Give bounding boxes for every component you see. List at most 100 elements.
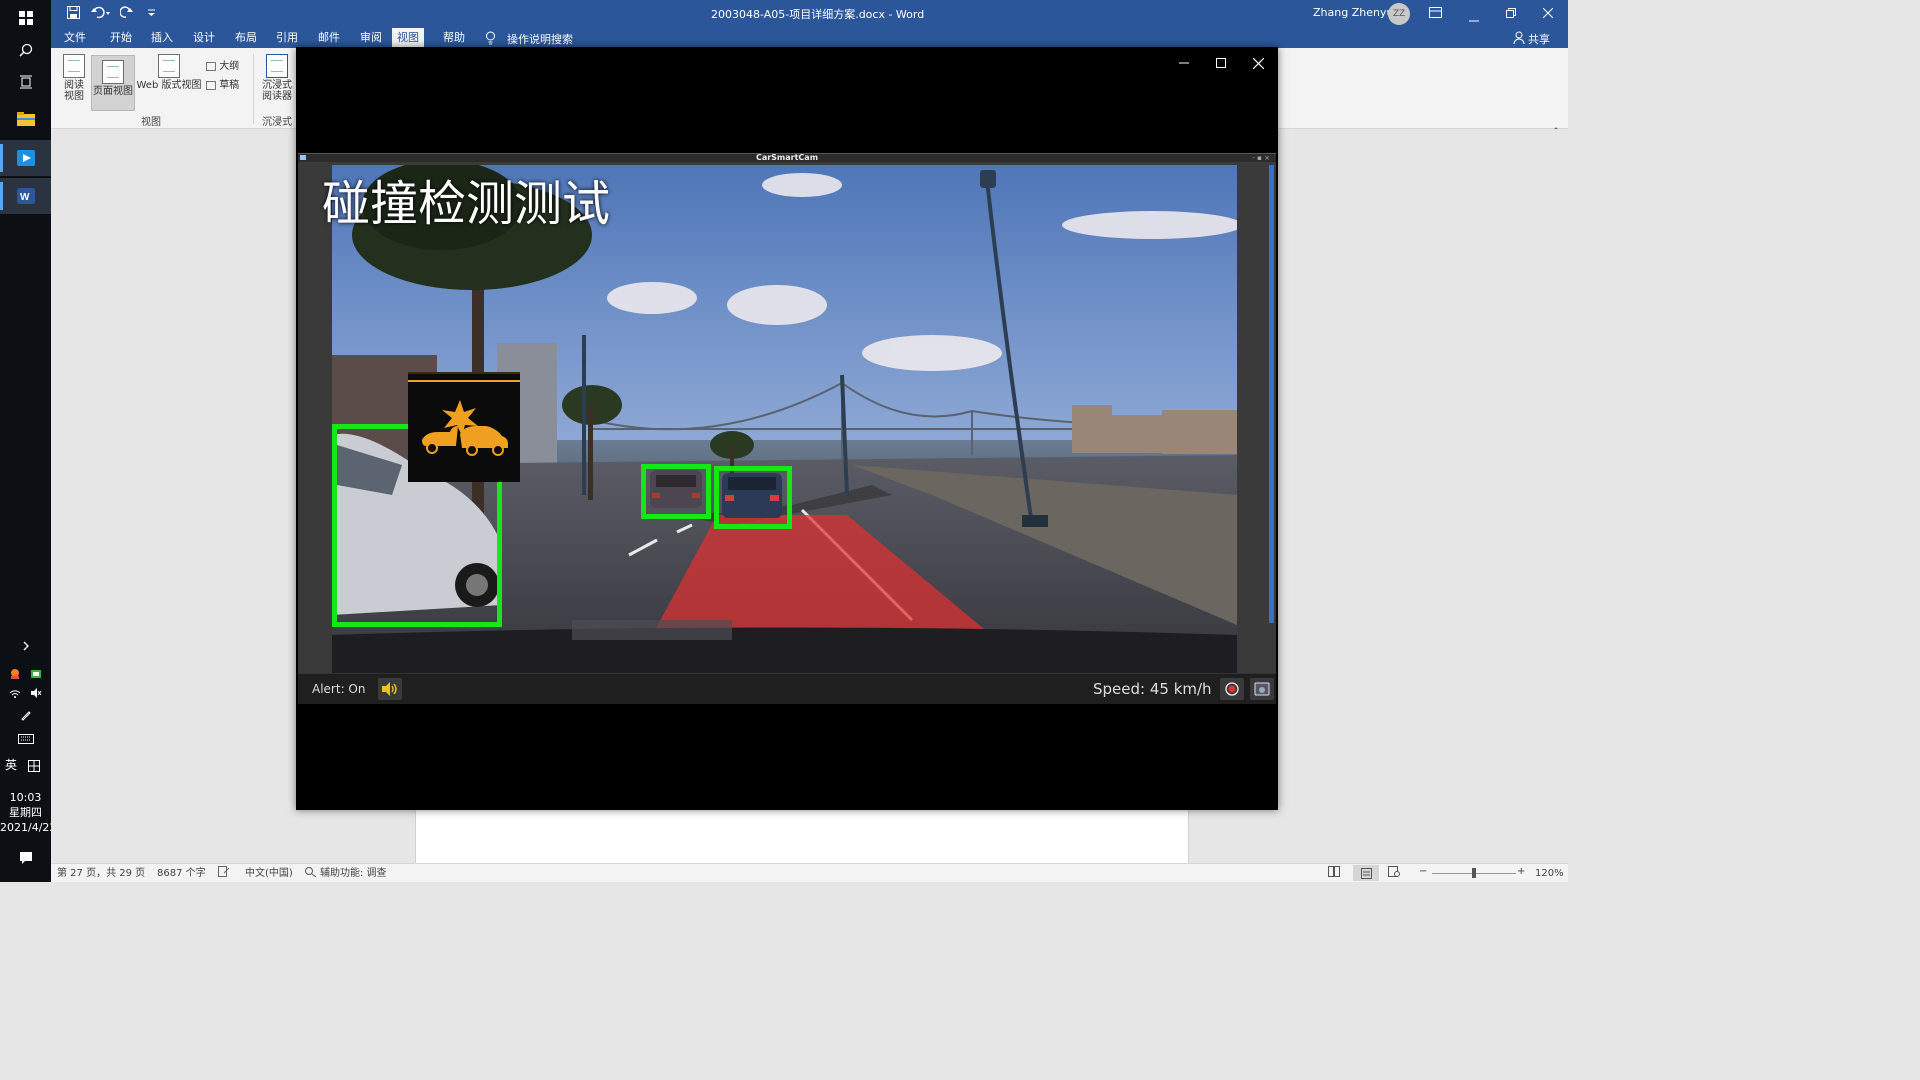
speaker-muted-icon[interactable]: [30, 684, 42, 703]
tab-home[interactable]: 开始: [105, 28, 137, 48]
clock-weekday[interactable]: 星期四: [0, 805, 51, 820]
pen-icon[interactable]: [0, 705, 51, 725]
clock-time[interactable]: 10:03: [0, 790, 51, 805]
tray-network-icon[interactable]: [30, 665, 42, 684]
dashboard: [332, 627, 1237, 673]
read-mode-button[interactable]: 阅读 视图: [57, 54, 91, 102]
cam-minimize-icon[interactable]: [1170, 53, 1198, 73]
accessibility-status[interactable]: 辅助功能: 调查: [320, 866, 387, 881]
lightbulb-icon: [485, 31, 496, 48]
web-layout-view-icon[interactable]: [1388, 866, 1400, 882]
user-name[interactable]: Zhang Zhenyu: [1313, 6, 1393, 19]
word-app-icon[interactable]: W: [0, 178, 51, 214]
task-view-icon[interactable]: [0, 64, 51, 100]
draft-icon: [206, 80, 216, 90]
cam-close-icon[interactable]: [1244, 53, 1272, 73]
settings-button[interactable]: [1250, 678, 1274, 700]
speed-readout: Speed: 45 km/h: [1093, 680, 1212, 698]
zoom-in-button[interactable]: +: [1517, 864, 1525, 879]
tab-insert[interactable]: 插入: [146, 28, 178, 48]
tray-app-icon[interactable]: [9, 665, 21, 684]
cam-inner-window-controls[interactable]: - ▪ ×: [1252, 154, 1270, 162]
ime-indicator[interactable]: 英: [0, 758, 22, 773]
overlay-title: 碰撞检测测试: [322, 176, 611, 232]
notification-center-icon[interactable]: [0, 846, 51, 870]
accessibility-icon[interactable]: [305, 866, 317, 882]
ribbon-display-options-icon[interactable]: [1429, 7, 1442, 21]
cam-inner-titlebar[interactable]: CarSmartCam - ▪ ×: [298, 153, 1276, 162]
lamp-head: [980, 170, 996, 188]
zoom-level[interactable]: 120%: [1535, 866, 1564, 881]
print-layout-view-icon[interactable]: [1353, 865, 1379, 881]
windows-start-icon[interactable]: [0, 0, 51, 36]
ribbon-divider: [253, 54, 254, 124]
tab-layout[interactable]: 布局: [230, 28, 262, 48]
clock-date[interactable]: 2021/4/22: [0, 820, 56, 835]
collision-warning-icon: [408, 372, 520, 482]
zoom-slider-thumb[interactable]: [1472, 868, 1476, 878]
speaker-button[interactable]: [378, 678, 402, 700]
outline-icon: [206, 61, 216, 71]
word-minimize-icon[interactable]: [1469, 12, 1479, 25]
share-button[interactable]: 共享: [1528, 31, 1550, 47]
tab-mailings[interactable]: 邮件: [313, 28, 345, 48]
word-restore-icon[interactable]: [1506, 8, 1516, 21]
ime-grid-icon[interactable]: [24, 756, 44, 776]
cam-app-title: CarSmartCam: [755, 153, 819, 162]
web-layout-icon: [158, 54, 180, 78]
detection-box: [714, 466, 792, 529]
draft-button[interactable]: 草稿: [206, 76, 239, 91]
file-explorer-icon[interactable]: [0, 101, 51, 137]
alert-status[interactable]: Alert: On: [312, 682, 365, 696]
cam-control-bar: Alert: On Speed: 45 km/h: [298, 673, 1276, 704]
print-layout-button[interactable]: 页面视图: [91, 55, 135, 111]
word-close-icon[interactable]: [1542, 7, 1554, 21]
camera-settings-icon: [1254, 682, 1270, 696]
tab-file[interactable]: 文件: [59, 28, 91, 48]
save-icon[interactable]: [67, 6, 80, 22]
video-scrollbar[interactable]: [1269, 165, 1274, 623]
tell-me-search[interactable]: 操作说明搜索: [507, 31, 573, 47]
immersive-reader-icon: [266, 54, 288, 78]
carsmartcam-window[interactable]: CarSmartCam - ▪ × 碰撞检测测试 Alert: On Speed…: [296, 47, 1278, 810]
undo-icon[interactable]: [91, 6, 111, 22]
windows-taskbar: W 英 10:03 星期四 2021/4/22: [0, 0, 56, 882]
language-indicator[interactable]: 中文(中国): [245, 866, 293, 881]
chevron-up-icon[interactable]: [0, 636, 51, 656]
word-title-bar: 2003048-A05-项目详细方案.docx - Word Zhang Zhe…: [51, 0, 1568, 28]
record-icon: [1225, 682, 1239, 696]
cam-maximize-icon[interactable]: [1207, 53, 1235, 73]
immersive-reader-button[interactable]: 沉浸式 阅读器: [258, 54, 296, 102]
tab-references[interactable]: 引用: [271, 28, 303, 48]
proofing-icon[interactable]: [218, 866, 230, 882]
tray-icons-row-1: [0, 664, 51, 684]
record-button[interactable]: [1220, 678, 1244, 700]
redo-icon[interactable]: [119, 6, 133, 22]
customize-quick-access-icon[interactable]: [147, 6, 156, 22]
share-icon[interactable]: [1513, 31, 1525, 47]
user-avatar[interactable]: ZZ: [1388, 3, 1410, 25]
tab-view[interactable]: 视图: [392, 28, 424, 48]
tab-design[interactable]: 设计: [188, 28, 220, 48]
video-player-icon[interactable]: [0, 140, 51, 176]
page-count[interactable]: 第 27 页，共 29 页: [57, 866, 145, 881]
camera-video-feed: 碰撞检测测试: [298, 162, 1276, 673]
read-mode-view-icon[interactable]: [1328, 866, 1340, 882]
word-count[interactable]: 8687 个字: [157, 866, 206, 881]
cam-app-icon: [300, 155, 306, 160]
lamp-base: [1022, 515, 1048, 527]
outline-button[interactable]: 大纲: [206, 57, 239, 72]
search-icon[interactable]: [0, 32, 51, 68]
keyboard-icon[interactable]: [0, 729, 51, 749]
zoom-out-button[interactable]: −: [1419, 864, 1427, 879]
tab-help[interactable]: 帮助: [438, 28, 470, 48]
word-status-bar: 第 27 页，共 29 页 8687 个字 中文(中国) 辅助功能: 调查 − …: [51, 863, 1568, 882]
web-layout-button[interactable]: Web 版式视图: [136, 54, 202, 91]
ribbon-tab-bar: 文件 开始 插入 设计 布局 引用 邮件 审阅 视图 帮助 操作说明搜索 共享: [51, 28, 1568, 48]
tray-icons-row-2: [0, 683, 51, 703]
dashboard-reflection: [572, 620, 732, 640]
tab-review[interactable]: 审阅: [355, 28, 387, 48]
print-layout-icon: [102, 60, 124, 84]
wifi-icon[interactable]: [9, 684, 21, 703]
speaker-icon: [382, 682, 397, 696]
